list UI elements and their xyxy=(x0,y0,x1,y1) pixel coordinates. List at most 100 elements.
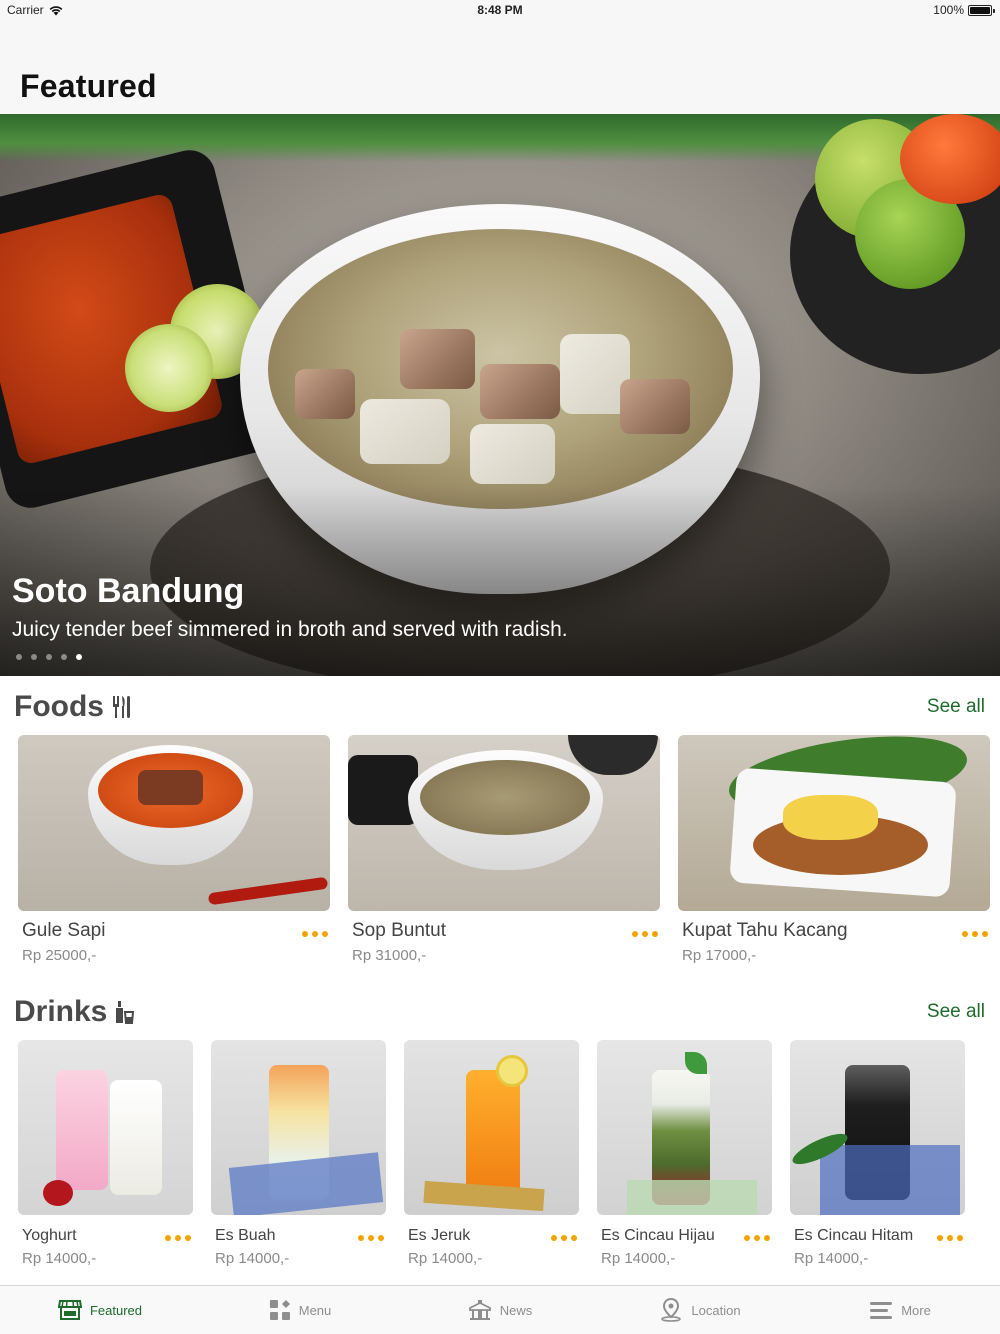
drink-image[interactable] xyxy=(597,1040,772,1215)
drink-card[interactable]: Yoghurt Rp 14000,- xyxy=(18,1040,193,1267)
more-options-icon[interactable] xyxy=(165,1235,191,1241)
megaphone-icon xyxy=(468,1300,491,1320)
more-options-icon[interactable] xyxy=(302,931,328,937)
hero-photo-lime xyxy=(125,324,213,412)
drink-name: Es Buah xyxy=(215,1227,276,1244)
utensils-icon xyxy=(113,696,130,718)
drink-image-napkin xyxy=(228,1152,384,1215)
page-dot[interactable] xyxy=(61,654,67,660)
drinks-section-title: Drinks xyxy=(14,995,135,1029)
drink-image[interactable] xyxy=(18,1040,193,1215)
page-title: Featured xyxy=(20,68,157,104)
tab-more-label: More xyxy=(901,1302,931,1318)
more-options-icon[interactable] xyxy=(962,931,988,937)
drink-price: Rp 14000,- xyxy=(794,1250,869,1267)
page-dot[interactable] xyxy=(46,654,52,660)
tab-news-label: News xyxy=(499,1302,533,1318)
grid-icon xyxy=(269,1300,290,1320)
hero-photo-fruit xyxy=(900,114,1000,204)
hamburger-icon xyxy=(870,1302,893,1319)
more-options-icon[interactable] xyxy=(744,1235,770,1241)
drink-name: Es Cincau Hijau xyxy=(601,1227,715,1244)
drink-card[interactable]: Es Jeruk Rp 14000,- xyxy=(404,1040,579,1267)
drink-name: Es Cincau Hitam xyxy=(794,1227,914,1244)
tab-menu[interactable]: Menu xyxy=(200,1286,400,1334)
food-price: Rp 25000,- xyxy=(22,947,97,964)
drink-price: Rp 14000,- xyxy=(408,1250,483,1267)
battery-icon xyxy=(968,4,995,16)
food-image-egg xyxy=(783,795,878,840)
tab-menu-label: Menu xyxy=(298,1302,332,1318)
food-image-sauce-dish xyxy=(348,755,418,825)
food-image-soup xyxy=(420,760,590,835)
drink-image-napkin xyxy=(627,1180,757,1215)
battery-percent: 100% xyxy=(933,3,964,17)
drink-card[interactable]: Es Cincau Hijau Rp 14000,- xyxy=(597,1040,772,1267)
drink-card[interactable]: Es Buah Rp 14000,- xyxy=(211,1040,386,1267)
hero-photo-meat xyxy=(620,379,690,434)
hero-photo-radish xyxy=(360,399,450,464)
food-image[interactable] xyxy=(18,735,330,911)
drink-image-glass-orange xyxy=(466,1070,520,1200)
drinks-title-text: Drinks xyxy=(14,995,108,1028)
drink-name: Yoghurt xyxy=(22,1227,77,1244)
foods-section-header: Foods See all xyxy=(0,690,1000,730)
bottle-glass-icon xyxy=(116,1001,135,1024)
drink-image[interactable] xyxy=(790,1040,965,1215)
more-options-icon[interactable] xyxy=(937,1235,963,1241)
more-options-icon[interactable] xyxy=(632,931,658,937)
drink-image-glass-white xyxy=(110,1080,162,1195)
tab-location-label: Location xyxy=(691,1302,741,1318)
battery-indicator: 100% xyxy=(933,3,995,17)
tab-bar: Featured Menu News Location More xyxy=(0,1285,1000,1334)
storefront-icon xyxy=(57,1300,82,1320)
hero-photo-radish xyxy=(470,424,555,484)
food-image[interactable] xyxy=(678,735,990,911)
drinks-section-header: Drinks See all xyxy=(0,995,1000,1035)
status-bar: Carrier 8:48 PM 100% xyxy=(0,0,1000,22)
food-card[interactable]: Sop Buntut Rp 31000,- xyxy=(348,735,660,964)
hero-photo-meat xyxy=(295,369,355,419)
more-options-icon[interactable] xyxy=(358,1235,384,1241)
tab-news[interactable]: News xyxy=(400,1286,600,1334)
tab-more[interactable]: More xyxy=(800,1286,1000,1334)
page-dot[interactable] xyxy=(16,654,22,660)
food-card[interactable]: Gule Sapi Rp 25000,- xyxy=(18,735,330,964)
tab-featured-label: Featured xyxy=(89,1302,143,1318)
food-name: Sop Buntut xyxy=(352,920,447,941)
hero-subtitle: Juicy tender beef simmered in broth and … xyxy=(12,618,568,641)
drink-image[interactable] xyxy=(211,1040,386,1215)
drink-image[interactable] xyxy=(404,1040,579,1215)
hero-photo-meat xyxy=(480,364,560,419)
drink-image-strawberry xyxy=(43,1180,73,1206)
food-image-chili xyxy=(207,876,329,906)
hero-photo-meat xyxy=(400,329,475,389)
foods-section-title: Foods xyxy=(14,690,132,724)
more-options-icon[interactable] xyxy=(551,1235,577,1241)
food-price: Rp 17000,- xyxy=(682,947,757,964)
map-pin-icon xyxy=(661,1298,682,1322)
foods-see-all-link[interactable]: See all xyxy=(927,696,985,718)
carousel-page-indicator[interactable] xyxy=(16,654,82,660)
foods-title-text: Foods xyxy=(14,690,104,723)
featured-carousel[interactable]: Soto Bandung Juicy tender beef simmered … xyxy=(0,114,1000,676)
food-card[interactable]: Kupat Tahu Kacang Rp 17000,- xyxy=(678,735,990,964)
page-dot-active[interactable] xyxy=(76,654,82,660)
drink-image-mat xyxy=(423,1180,545,1212)
drink-image-napkin xyxy=(820,1145,960,1215)
tab-featured[interactable]: Featured xyxy=(0,1286,200,1334)
food-name: Gule Sapi xyxy=(22,920,106,941)
food-price: Rp 31000,- xyxy=(352,947,427,964)
food-image[interactable] xyxy=(348,735,660,911)
drink-card[interactable]: Es Cincau Hitam Rp 14000,- xyxy=(790,1040,965,1267)
tab-location[interactable]: Location xyxy=(600,1286,800,1334)
page-dot[interactable] xyxy=(31,654,37,660)
status-time: 8:48 PM xyxy=(477,3,523,17)
drinks-see-all-link[interactable]: See all xyxy=(927,1001,985,1023)
drink-price: Rp 14000,- xyxy=(215,1250,290,1267)
drink-image-lemon-slice xyxy=(496,1055,528,1087)
drink-image-glass-pink xyxy=(56,1070,108,1190)
drink-price: Rp 14000,- xyxy=(601,1250,676,1267)
drink-name: Es Jeruk xyxy=(408,1227,471,1244)
food-name: Kupat Tahu Kacang xyxy=(682,920,848,941)
